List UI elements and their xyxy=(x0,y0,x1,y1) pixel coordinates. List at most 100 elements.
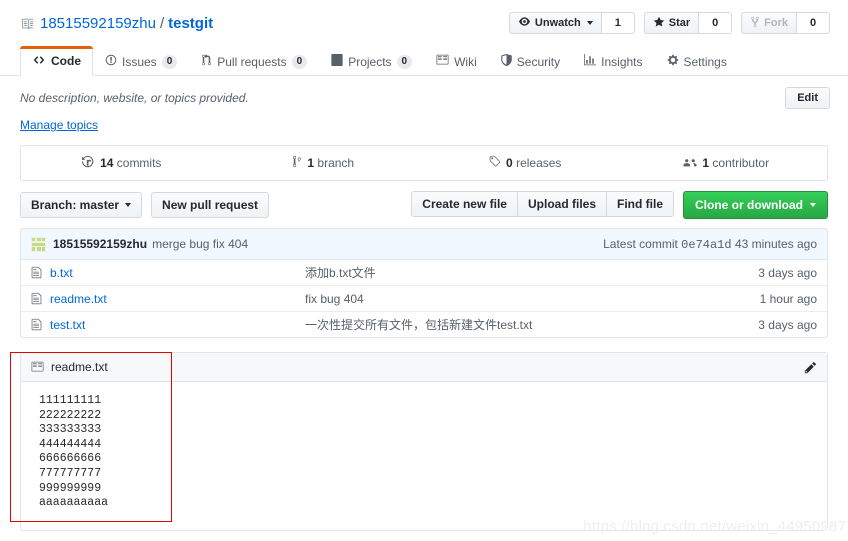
star-count[interactable]: 0 xyxy=(698,12,733,34)
table-row[interactable]: test.txt 一次性提交所有文件，包括新建文件test.txt 3 days… xyxy=(21,312,827,337)
repo-name-link[interactable]: testgit xyxy=(168,15,213,33)
create-new-file-button[interactable]: Create new file xyxy=(411,191,517,217)
stat-contributors-text: 1 contributor xyxy=(702,156,769,170)
stat-releases-count: 0 xyxy=(506,156,513,170)
clone-or-download-button[interactable]: Clone or download xyxy=(683,191,828,219)
find-file-button[interactable]: Find file xyxy=(606,191,674,217)
tab-settings-label: Settings xyxy=(683,54,727,69)
toolbar-right: Create new file Upload files Find file C… xyxy=(411,191,828,219)
readme-title: readme.txt xyxy=(51,360,108,374)
tab-code[interactable]: Code xyxy=(20,46,93,76)
stat-contributors-label: contributor xyxy=(712,156,770,170)
tab-insights-label: Insights xyxy=(601,54,643,69)
readme-box: readme.txt 111111111 222222222 333333333… xyxy=(20,352,828,531)
gear-icon xyxy=(667,54,679,69)
file-commit-age: 3 days ago xyxy=(758,265,817,280)
star-button-group: Star 0 xyxy=(643,12,733,34)
repo-owner-link[interactable]: 18515592159zhu xyxy=(40,15,156,33)
stat-branches-label: branch xyxy=(317,156,355,170)
repo-nav-tabs: Code Issues 0 Pull requests 0 Projects 0… xyxy=(0,45,848,76)
unwatch-label: Unwatch xyxy=(534,17,581,29)
shield-icon xyxy=(501,54,512,69)
file-name-link[interactable]: b.txt xyxy=(50,266,305,280)
file-name-link[interactable]: test.txt xyxy=(50,318,305,332)
file-commit-message[interactable]: fix bug 404 xyxy=(305,292,760,306)
new-pull-request-button[interactable]: New pull request xyxy=(151,192,270,218)
star-button[interactable]: Star xyxy=(643,12,699,34)
tab-security-label: Security xyxy=(516,54,561,69)
latest-commit-meta: Latest commit 0e74a1d 43 minutes ago xyxy=(603,237,817,252)
chevron-down-icon xyxy=(810,203,816,207)
unwatch-button[interactable]: Unwatch xyxy=(508,12,601,34)
stat-releases[interactable]: 0 releases xyxy=(424,146,626,180)
upload-files-button[interactable]: Upload files xyxy=(516,191,606,217)
manage-topics-link[interactable]: Manage topics xyxy=(20,118,98,132)
file-icon xyxy=(31,318,42,331)
stat-contributors[interactable]: 1 contributor xyxy=(626,146,828,180)
edit-button[interactable]: Edit xyxy=(785,87,830,109)
tab-projects[interactable]: Projects 0 xyxy=(319,46,424,76)
repo-header: 18515592159zhu / testgit Unwatch 1 Star xyxy=(0,0,848,34)
commit-author-link[interactable]: 18515592159zhu xyxy=(53,237,147,251)
tab-settings[interactable]: Settings xyxy=(655,46,739,76)
tab-projects-count: 0 xyxy=(396,54,413,69)
chevron-down-icon xyxy=(586,21,593,25)
fork-button-group: Fork 0 xyxy=(741,12,830,34)
table-row[interactable]: readme.txt fix bug 404 1 hour ago xyxy=(21,286,827,312)
file-commit-age: 1 hour ago xyxy=(759,291,817,306)
stat-commits-text: 14 commits xyxy=(100,156,161,170)
branch-selector-label: Branch: master xyxy=(31,198,120,212)
stat-commits-count: 14 xyxy=(100,156,114,170)
repository-book-icon xyxy=(20,17,33,31)
stat-releases-label: releases xyxy=(516,156,562,170)
tab-code-label: Code xyxy=(51,54,81,68)
tab-issues[interactable]: Issues 0 xyxy=(93,46,189,76)
file-listing-box: 18515592159zhu merge bug fix 404 Latest … xyxy=(20,228,828,338)
stat-commits[interactable]: 14 commits xyxy=(21,146,223,180)
tab-pull-requests-label: Pull requests xyxy=(217,54,287,69)
chevron-down-icon xyxy=(125,203,132,207)
tab-issues-count: 0 xyxy=(161,54,178,69)
history-icon xyxy=(82,155,95,171)
clone-or-download-label: Clone or download xyxy=(695,198,803,212)
stat-branches[interactable]: 1 branch xyxy=(223,146,425,180)
branch-icon xyxy=(292,155,302,171)
tab-issues-label: Issues xyxy=(122,54,157,69)
table-row[interactable]: b.txt 添加b.txt文件 3 days ago xyxy=(21,260,827,286)
file-name-link[interactable]: readme.txt xyxy=(50,292,305,306)
tab-wiki[interactable]: Wiki xyxy=(424,46,489,76)
watch-count[interactable]: 1 xyxy=(600,12,635,34)
watch-button-group: Unwatch 1 xyxy=(508,12,635,34)
file-commit-message[interactable]: 一次性提交所有文件，包括新建文件test.txt xyxy=(305,316,758,333)
fork-button[interactable]: Fork xyxy=(741,12,796,34)
star-icon xyxy=(653,16,665,31)
stat-contributors-count: 1 xyxy=(702,156,710,170)
stat-commits-label: commits xyxy=(116,156,162,170)
fork-label: Fork xyxy=(764,17,788,29)
eye-icon xyxy=(518,16,531,30)
stat-branches-text: 1 branch xyxy=(307,156,354,170)
toolbar-left: Branch: master New pull request xyxy=(20,192,270,218)
file-commit-age: 3 days ago xyxy=(758,317,817,332)
file-icon xyxy=(31,266,42,279)
fork-count[interactable]: 0 xyxy=(796,12,830,34)
tab-insights[interactable]: Insights xyxy=(572,46,654,76)
pencil-icon[interactable] xyxy=(804,361,817,374)
watermark-text: https://blog.csdn.net/weixin_44950987 xyxy=(583,518,846,535)
commit-message[interactable]: merge bug fix 404 xyxy=(152,237,248,251)
fork-icon xyxy=(750,16,760,31)
repo-description-area: No description, website, or topics provi… xyxy=(0,76,848,132)
file-commit-message[interactable]: 添加b.txt文件 xyxy=(305,264,758,281)
git-pull-request-icon xyxy=(201,54,212,69)
readme-body: 111111111 222222222 333333333 444444444 … xyxy=(21,382,827,530)
graph-icon xyxy=(584,54,597,69)
identicon-avatar xyxy=(31,236,46,252)
latest-commit-prefix: Latest commit xyxy=(603,236,678,251)
people-icon xyxy=(683,155,697,171)
branch-selector-button[interactable]: Branch: master xyxy=(20,192,143,218)
book-readme-icon xyxy=(31,361,44,373)
tab-pull-requests[interactable]: Pull requests 0 xyxy=(189,46,319,76)
commit-sha[interactable]: 0e74a1d xyxy=(681,238,731,252)
tab-security[interactable]: Security xyxy=(489,46,572,76)
stat-releases-text: 0 releases xyxy=(506,156,561,170)
